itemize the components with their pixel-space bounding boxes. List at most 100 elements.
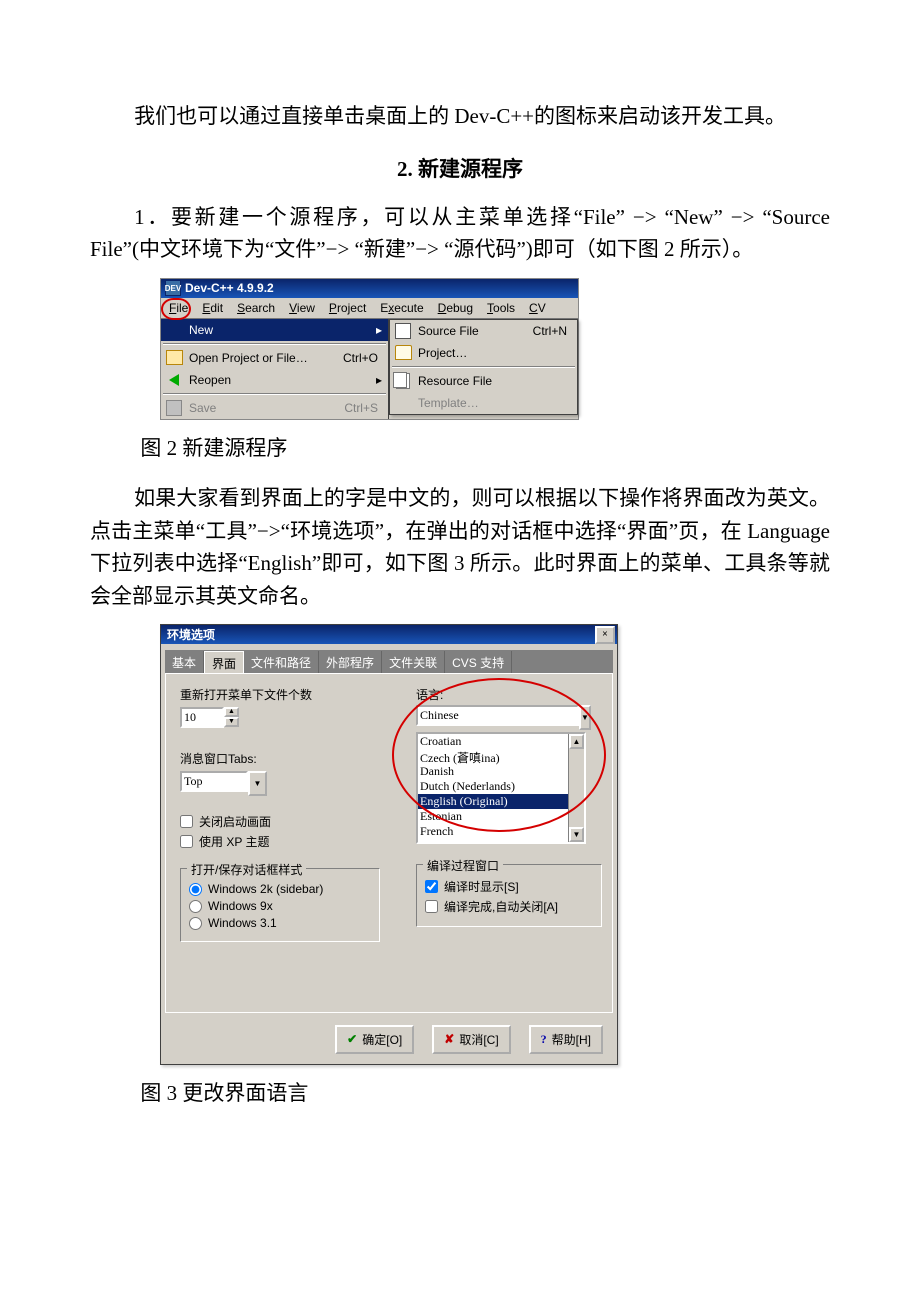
chevron-down-icon[interactable]: ▼ <box>579 705 591 730</box>
checkbox-label: 使用 XP 主题 <box>199 833 269 850</box>
checkbox-show-on-compile[interactable]: 编译时显示[S] <box>425 878 593 895</box>
para-change-language: 如果大家看到界面上的字是中文的，则可以根据以下操作将界面改为英文。点击主菜单“工… <box>90 482 830 612</box>
list-item[interactable]: Czech (蒼嗔ina) <box>418 749 584 764</box>
submenu-project-label: Project… <box>418 346 571 360</box>
para-intro: 我们也可以通过直接单击桌面上的 Dev-C++的图标来启动该开发工具。 <box>90 100 830 133</box>
window-title: Dev-C++ 4.9.9.2 <box>185 281 274 295</box>
menu-search[interactable]: Search <box>231 299 281 317</box>
submenu-resource-file[interactable]: Resource File <box>390 370 577 392</box>
language-listbox[interactable]: Croatian Czech (蒼嗔ina) Danish Dutch (Ned… <box>416 732 586 844</box>
figure-2-devcpp-menu: DEV Dev-C++ 4.9.9.2 File Edit Search Vie… <box>160 278 579 420</box>
project-folder-icon <box>394 345 412 361</box>
help-button[interactable]: ? 帮助[H] <box>529 1025 603 1054</box>
menu-reopen[interactable]: Reopen ▸ <box>161 369 388 391</box>
reopen-count-spinbox[interactable]: ▲ ▼ <box>180 707 380 728</box>
help-button-label: 帮助[H] <box>552 1031 591 1048</box>
check-icon: ✔ <box>347 1032 357 1047</box>
list-item[interactable]: Estonian <box>418 809 584 824</box>
question-icon: ? <box>541 1032 547 1047</box>
list-item[interactable]: Danish <box>418 764 584 779</box>
radio-win9x[interactable]: Windows 9x <box>189 899 371 913</box>
msg-tabs-label: 消息窗口Tabs: <box>180 750 380 767</box>
cancel-button[interactable]: ✘ 取消[C] <box>432 1025 510 1054</box>
tab-interface[interactable]: 界面 <box>204 651 244 674</box>
reopen-arrow-icon <box>165 372 183 388</box>
msg-tabs-input[interactable] <box>180 771 248 792</box>
checkbox-auto-close[interactable]: 编译完成,自动关闭[A] <box>425 898 593 915</box>
submenu-project[interactable]: Project… <box>390 342 577 364</box>
radio-input[interactable] <box>189 900 202 913</box>
tab-cvs[interactable]: CVS 支持 <box>445 651 512 673</box>
radio-input[interactable] <box>189 883 202 896</box>
radio-win2k[interactable]: Windows 2k (sidebar) <box>189 882 371 896</box>
list-item[interactable]: Galego <box>418 839 584 844</box>
ok-button-label: 确定[O] <box>362 1031 402 1048</box>
menu-save-shortcut: Ctrl+S <box>344 401 382 415</box>
chevron-down-icon[interactable]: ▼ <box>248 771 267 796</box>
checkbox-input[interactable] <box>180 815 193 828</box>
submenu-source-file-label: Source File <box>418 324 527 338</box>
menu-debug[interactable]: Debug <box>432 299 479 317</box>
file-dropdown: New ▸ Open Project or File… Ctrl+O Reope… <box>161 319 389 419</box>
msg-tabs-combo[interactable]: ▼ <box>180 771 380 796</box>
tab-basic[interactable]: 基本 <box>165 651 204 673</box>
checkbox-input[interactable] <box>180 835 193 848</box>
radio-label: Windows 9x <box>208 899 273 913</box>
compile-window-group: 编译过程窗口 编译时显示[S] 编译完成,自动关闭[A] <box>416 864 602 927</box>
menu-edit[interactable]: Edit <box>196 299 229 317</box>
submenu-resource-file-label: Resource File <box>418 374 571 388</box>
new-file-icon <box>394 323 412 339</box>
resource-file-icon <box>394 373 412 389</box>
tab-external[interactable]: 外部程序 <box>319 651 382 673</box>
cross-icon: ✘ <box>444 1032 454 1047</box>
dialog-tabs: 基本 界面 文件和路径 外部程序 文件关联 CVS 支持 <box>165 650 613 673</box>
language-combo-input[interactable] <box>416 705 579 726</box>
checkbox-close-splash[interactable]: 关闭启动画面 <box>180 813 380 830</box>
spin-down-icon[interactable]: ▼ <box>224 717 239 727</box>
tab-file-assoc[interactable]: 文件关联 <box>382 651 445 673</box>
list-item[interactable]: Dutch (Nederlands) <box>418 779 584 794</box>
checkbox-label: 编译完成,自动关闭[A] <box>444 898 558 915</box>
list-item[interactable]: French <box>418 824 584 839</box>
menu-new-label: New <box>189 323 368 337</box>
ok-button[interactable]: ✔ 确定[O] <box>335 1025 414 1054</box>
radio-win31[interactable]: Windows 3.1 <box>189 916 371 930</box>
reopen-count-input[interactable] <box>180 707 224 728</box>
cancel-button-label: 取消[C] <box>459 1031 498 1048</box>
submenu-source-file[interactable]: Source File Ctrl+N <box>390 320 577 342</box>
menu-open-shortcut: Ctrl+O <box>343 351 382 365</box>
scroll-down-icon[interactable]: ▼ <box>569 827 584 842</box>
radio-input[interactable] <box>189 917 202 930</box>
menu-project[interactable]: Project <box>323 299 372 317</box>
figure-3-caption: 图 3 更改界面语言 <box>90 1077 830 1110</box>
menu-open[interactable]: Open Project or File… Ctrl+O <box>161 347 388 369</box>
scroll-up-icon[interactable]: ▲ <box>569 734 584 749</box>
menu-save: Save Ctrl+S <box>161 397 388 419</box>
figure-2-caption: 图 2 新建源程序 <box>90 432 830 465</box>
submenu-template-label: Template… <box>418 396 571 410</box>
checkbox-input[interactable] <box>425 900 438 913</box>
checkbox-xp-theme[interactable]: 使用 XP 主题 <box>180 833 380 850</box>
menu-view[interactable]: View <box>283 299 321 317</box>
window-titlebar: DEV Dev-C++ 4.9.9.2 <box>161 279 578 298</box>
spin-up-icon[interactable]: ▲ <box>224 707 239 717</box>
menu-file[interactable]: File <box>163 299 194 317</box>
scrollbar[interactable]: ▲ ▼ <box>568 734 584 842</box>
menu-execute[interactable]: Execute <box>374 299 429 317</box>
menu-reopen-label: Reopen <box>189 373 368 387</box>
language-label: 语言: <box>416 686 602 703</box>
tab-files-paths[interactable]: 文件和路径 <box>244 651 319 673</box>
menu-new[interactable]: New ▸ <box>161 319 388 341</box>
language-combo[interactable]: ▼ <box>416 705 582 730</box>
checkbox-input[interactable] <box>425 880 438 893</box>
close-button[interactable]: × <box>595 626 615 644</box>
dialog-style-legend: 打开/保存对话框样式 <box>187 861 306 878</box>
list-item-selected[interactable]: English (Original) <box>418 794 584 809</box>
save-floppy-icon <box>165 400 183 416</box>
list-item[interactable]: Croatian <box>418 734 584 749</box>
menu-cvs[interactable]: CV <box>523 299 552 317</box>
menu-tools[interactable]: Tools <box>481 299 521 317</box>
section-heading: 2. 新建源程序 <box>90 153 830 183</box>
dialog-titlebar: 环境选项 × <box>161 625 617 644</box>
menu-save-label: Save <box>189 401 338 415</box>
